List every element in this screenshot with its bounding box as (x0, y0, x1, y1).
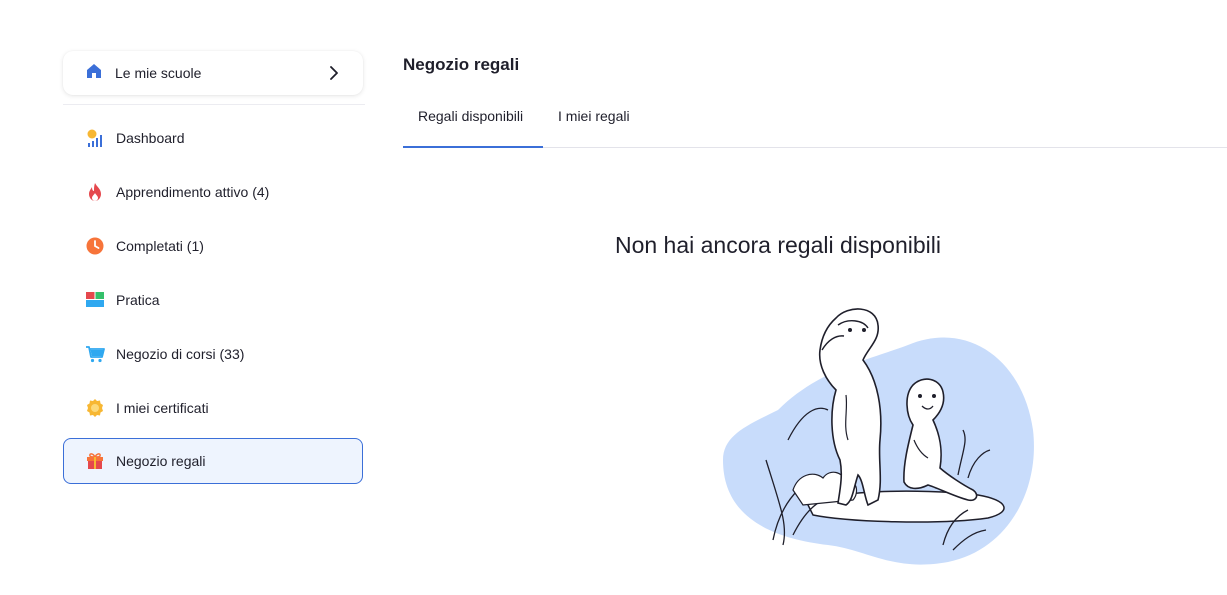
home-icon (85, 62, 103, 85)
meerkats-illustration (718, 300, 1038, 570)
app-root: Le mie scuole Dashboard Apprendimento at… (0, 0, 1227, 595)
sidebar-divider (63, 104, 365, 105)
dashboard-chart-icon (85, 128, 105, 148)
sidebar-item-practice[interactable]: Pratica (63, 277, 363, 323)
sidebar-item-label: I miei certificati (116, 400, 209, 416)
my-schools-button[interactable]: Le mie scuole (63, 51, 363, 95)
tab-my-gifts[interactable]: I miei regali (558, 108, 630, 124)
sidebar-item-label: Negozio regali (116, 453, 206, 469)
sidebar-item-active-learning[interactable]: Apprendimento attivo (4) (63, 169, 363, 215)
page-title: Negozio regali (403, 55, 520, 74)
sidebar-item-label: Pratica (116, 292, 160, 308)
sidebar-item-label: Dashboard (116, 130, 185, 146)
cart-icon (85, 344, 105, 364)
sidebar-item-gift-shop[interactable]: Negozio regali (63, 438, 363, 484)
sidebar-item-label: Apprendimento attivo (4) (116, 184, 270, 200)
sidebar-item-certificates[interactable]: I miei certificati (63, 385, 363, 431)
medal-icon (85, 398, 105, 418)
flame-icon (85, 182, 105, 202)
my-schools-label: Le mie scuole (115, 65, 202, 81)
sidebar-item-dashboard[interactable]: Dashboard (63, 115, 363, 161)
sidebar-item-course-shop[interactable]: Negozio di corsi (33) (63, 331, 363, 377)
tab-available-gifts[interactable]: Regali disponibili (418, 108, 523, 124)
active-tab-indicator (403, 146, 543, 148)
grid-blocks-icon (85, 290, 105, 310)
sidebar-item-label: Negozio di corsi (33) (116, 346, 245, 362)
gift-icon (85, 451, 105, 471)
chevron-right-icon (327, 66, 341, 80)
empty-state-message: Non hai ancora regali disponibili (614, 232, 942, 258)
